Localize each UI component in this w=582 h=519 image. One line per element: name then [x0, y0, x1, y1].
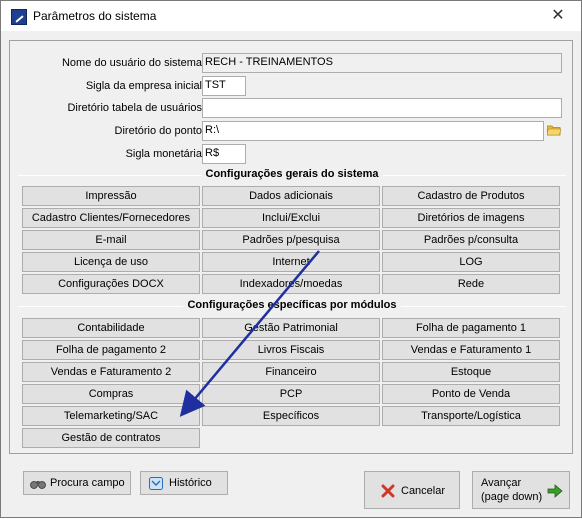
btn-contabilidade[interactable]: Contabilidade — [22, 318, 200, 338]
timeclock-dir-label: Diretório do ponto — [114, 125, 202, 137]
binoculars-icon — [30, 481, 46, 489]
general-section-title-text: Configurações gerais do sistema — [201, 168, 383, 180]
btn-configuracoes-docx[interactable]: Configurações DOCX — [22, 274, 200, 294]
btn-pcp[interactable]: PCP — [202, 384, 380, 404]
btn-diretorios-imagens[interactable]: Diretórios de imagens — [382, 208, 560, 228]
app-icon — [11, 9, 27, 25]
btn-transporte-logistica[interactable]: Transporte/Logística — [382, 406, 560, 426]
btn-log[interactable]: LOG — [382, 252, 560, 272]
folder-icon[interactable] — [547, 124, 561, 136]
btn-vendas-faturamento-1[interactable]: Vendas e Faturamento 1 — [382, 340, 560, 360]
currency-field[interactable]: R$ — [202, 144, 246, 164]
btn-email[interactable]: E-mail — [22, 230, 200, 250]
history-label: Histórico — [169, 477, 212, 489]
btn-livros-fiscais[interactable]: Livros Fiscais — [202, 340, 380, 360]
green-arrow-right-icon — [547, 484, 563, 498]
general-section-title: Configurações gerais do sistema — [18, 168, 566, 182]
users-table-dir-field[interactable] — [202, 98, 562, 118]
next-button[interactable]: Avançar (page down) — [472, 471, 570, 509]
btn-inclui-exclui[interactable]: Inclui/Exclui — [202, 208, 380, 228]
btn-gestao-patrimonial[interactable]: Gestão Patrimonial — [202, 318, 380, 338]
btn-folha-pagamento-1[interactable]: Folha de pagamento 1 — [382, 318, 560, 338]
parameters-dialog: Parâmetros do sistema ✕ Nome do usuário … — [0, 0, 582, 518]
cancel-x-icon — [381, 484, 395, 498]
btn-indexadores-moedas[interactable]: Indexadores/moedas — [202, 274, 380, 294]
window-title: Parâmetros do sistema — [33, 9, 157, 23]
btn-licenca-uso[interactable]: Licença de uso — [22, 252, 200, 272]
btn-compras[interactable]: Compras — [22, 384, 200, 404]
btn-cadastro-produtos[interactable]: Cadastro de Produtos — [382, 186, 560, 206]
btn-impressao[interactable]: Impressão — [22, 186, 200, 206]
btn-folha-pagamento-2[interactable]: Folha de pagamento 2 — [22, 340, 200, 360]
btn-estoque[interactable]: Estoque — [382, 362, 560, 382]
btn-vendas-faturamento-2[interactable]: Vendas e Faturamento 2 — [22, 362, 200, 382]
user-name-label: Nome do usuário do sistema — [61, 57, 202, 69]
btn-dados-adicionais[interactable]: Dados adicionais — [202, 186, 380, 206]
search-field-label: Procura campo — [50, 477, 125, 489]
btn-padroes-consulta[interactable]: Padrões p/consulta — [382, 230, 560, 250]
history-button[interactable]: Histórico — [140, 471, 228, 495]
btn-cadastro-clientes[interactable]: Cadastro Clientes/Fornecedores — [22, 208, 200, 228]
history-icon — [149, 477, 163, 490]
btn-ponto-venda[interactable]: Ponto de Venda — [382, 384, 560, 404]
cancel-button[interactable]: Cancelar — [364, 471, 460, 509]
btn-gestao-contratos[interactable]: Gestão de contratos — [22, 428, 200, 448]
parameters-panel: Nome do usuário do sistema RECH - TREINA… — [9, 40, 573, 454]
timeclock-dir-field[interactable]: R:\ — [202, 121, 544, 141]
modules-section-title-text: Configurações específicas por módulos — [183, 299, 401, 311]
close-icon[interactable]: ✕ — [543, 4, 573, 28]
cancel-label: Cancelar — [401, 485, 446, 497]
next-label-line1: Avançar — [481, 477, 522, 489]
title-bar: Parâmetros do sistema ✕ — [1, 1, 581, 31]
next-label-line2: (page down) — [481, 491, 543, 503]
btn-financeiro[interactable]: Financeiro — [202, 362, 380, 382]
btn-especificos[interactable]: Específicos — [202, 406, 380, 426]
company-initial-field[interactable]: TST — [202, 76, 246, 96]
search-field-button[interactable]: Procura campo — [23, 471, 131, 495]
btn-padroes-pesquisa[interactable]: Padrões p/pesquisa — [202, 230, 380, 250]
company-initial-label: Sigla da empresa inicial — [85, 80, 202, 92]
user-name-field: RECH - TREINAMENTOS — [202, 53, 562, 73]
btn-telemarketing-sac[interactable]: Telemarketing/SAC — [22, 406, 200, 426]
currency-label: Sigla monetária — [125, 148, 202, 160]
btn-rede[interactable]: Rede — [382, 274, 560, 294]
users-table-dir-label: Diretório tabela de usuários — [67, 102, 202, 114]
btn-internet[interactable]: Internet — [202, 252, 380, 272]
modules-section-title: Configurações específicas por módulos — [18, 299, 566, 313]
